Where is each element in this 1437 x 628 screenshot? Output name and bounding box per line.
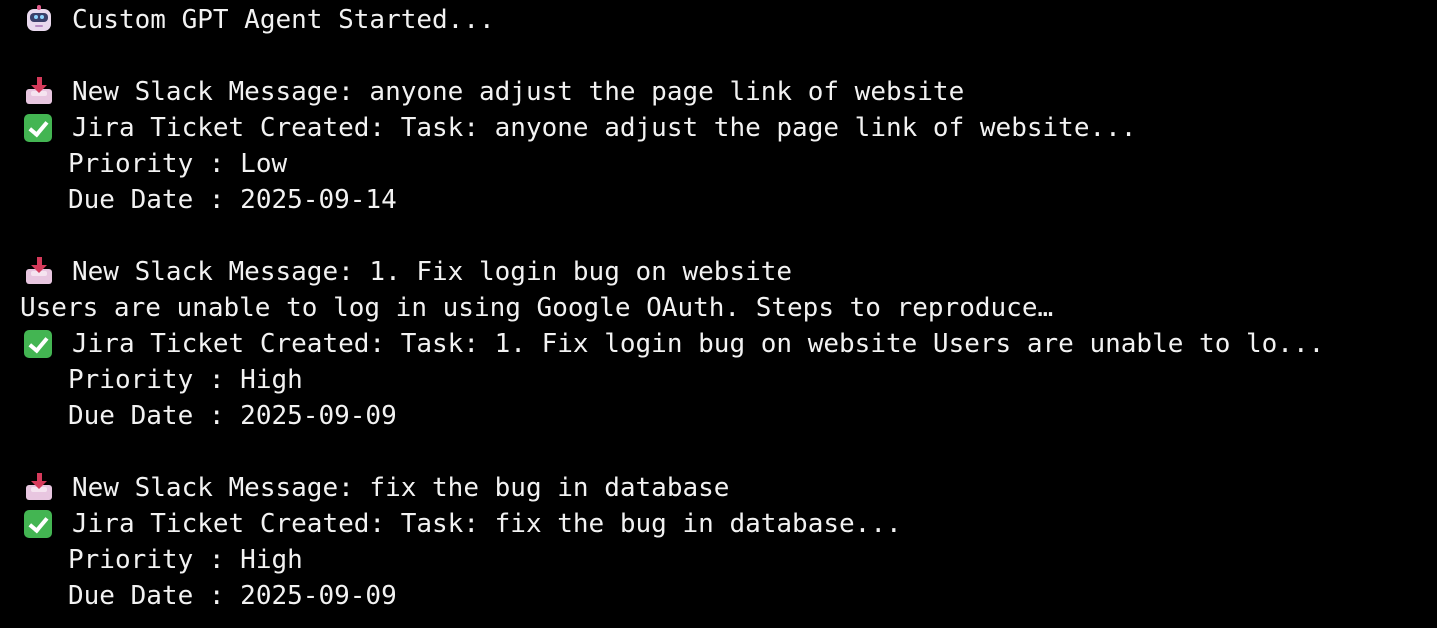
slack-message-line: New Slack Message: anyone adjust the pag… [0, 74, 1437, 110]
priority-line: Priority : Low [0, 146, 1437, 182]
jira-ticket-text: Jira Ticket Created: Task: fix the bug i… [72, 509, 902, 539]
due-date-text: Due Date : 2025-09-09 [68, 401, 397, 431]
inbox-tray-icon [24, 77, 54, 107]
due-date-line: Due Date : 2025-09-09 [0, 398, 1437, 434]
check-mark-icon [24, 114, 52, 142]
agent-started-text: Custom GPT Agent Started... [72, 5, 495, 35]
priority-line: Priority : High [0, 362, 1437, 398]
priority-line: Priority : High [0, 542, 1437, 578]
jira-ticket-line: Jira Ticket Created: Task: anyone adjust… [0, 110, 1437, 146]
priority-text: Priority : High [68, 365, 303, 395]
jira-ticket-text: Jira Ticket Created: Task: 1. Fix login … [72, 329, 1325, 359]
robot-icon [24, 5, 54, 35]
slack-message-continuation-line: Users are unable to log in using Google … [0, 290, 1437, 326]
slack-message-line: New Slack Message: 1. Fix login bug on w… [0, 254, 1437, 290]
jira-ticket-text: Jira Ticket Created: Task: anyone adjust… [72, 113, 1137, 143]
due-date-text: Due Date : 2025-09-09 [68, 581, 397, 611]
slack-message-text: New Slack Message: anyone adjust the pag… [72, 77, 965, 107]
check-mark-icon [24, 330, 52, 358]
slack-message-text: New Slack Message: 1. Fix login bug on w… [72, 257, 793, 287]
due-date-line: Due Date : 2025-09-14 [0, 182, 1437, 218]
jira-ticket-line: Jira Ticket Created: Task: 1. Fix login … [0, 326, 1437, 362]
priority-text: Priority : Low [68, 149, 288, 179]
agent-started-line: Custom GPT Agent Started... [0, 2, 1437, 38]
slack-message-line: New Slack Message: fix the bug in databa… [0, 470, 1437, 506]
inbox-tray-icon [24, 473, 54, 503]
jira-ticket-line: Jira Ticket Created: Task: fix the bug i… [0, 506, 1437, 542]
check-mark-icon [24, 510, 52, 538]
terminal-output: Custom GPT Agent Started... New Slack Me… [0, 0, 1437, 628]
due-date-line: Due Date : 2025-09-09 [0, 578, 1437, 614]
inbox-tray-icon [24, 257, 54, 287]
slack-message-text: New Slack Message: fix the bug in databa… [72, 473, 730, 503]
priority-text: Priority : High [68, 545, 303, 575]
due-date-text: Due Date : 2025-09-14 [68, 185, 397, 215]
slack-message-continuation-text: Users are unable to log in using Google … [20, 293, 1054, 323]
